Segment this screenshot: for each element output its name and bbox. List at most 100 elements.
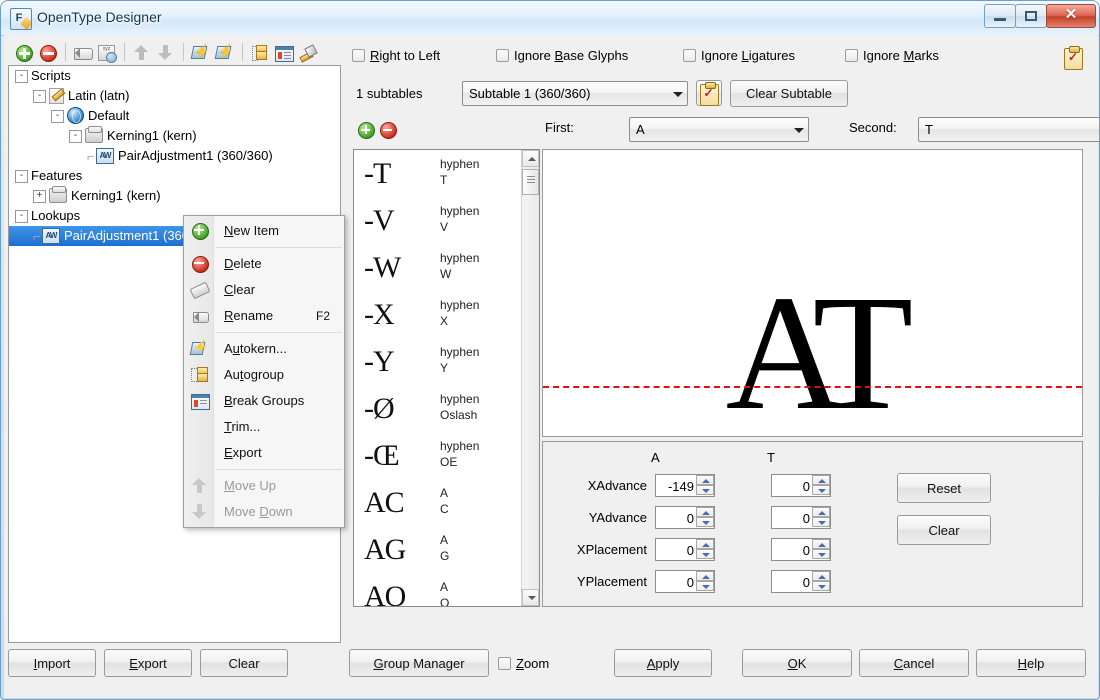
pair-list-item[interactable]: AC A C (354, 479, 523, 526)
tree-context-menu[interactable]: New Item Delete Clear Rename F2 ⚡ Autokern... A… (183, 215, 345, 528)
context-menu-item-delete[interactable]: Delete (184, 251, 344, 277)
reset-button[interactable]: Reset (897, 473, 991, 503)
clear-values-button[interactable]: Clear (897, 515, 991, 545)
tree-item[interactable]: - Features (9, 166, 340, 186)
copy-flags-button[interactable] (1061, 45, 1086, 71)
tree-expander-icon[interactable]: - (33, 90, 46, 104)
spinner-up-icon[interactable] (812, 507, 830, 517)
spinner-first-xplacement[interactable]: 0 (655, 538, 715, 561)
checkbox-zoom[interactable]: Zoom (498, 656, 549, 671)
first-glyph-combo[interactable]: A (629, 117, 809, 142)
pair-list-item[interactable]: -W hyphen W (354, 244, 523, 291)
spinner-up-icon[interactable] (696, 507, 714, 517)
move-down-icon[interactable] (154, 41, 177, 63)
spinner-second-xadvance[interactable]: 0 (771, 474, 831, 497)
autokern-icon[interactable]: ⚡ (189, 41, 212, 63)
checkbox-box[interactable] (498, 657, 511, 670)
spinner-first-xadvance[interactable]: -149 (655, 474, 715, 497)
rename-tag-icon[interactable] (71, 41, 94, 63)
xyz-glyph-icon[interactable]: xyz (95, 41, 118, 63)
scroll-up-button[interactable] (522, 150, 539, 167)
tree-expander-icon[interactable]: + (33, 190, 46, 204)
scroll-down-button[interactable] (522, 589, 539, 606)
close-button[interactable]: ✕ (1046, 4, 1096, 28)
spinner-down-icon[interactable] (696, 485, 714, 495)
tree-item[interactable]: - Kerning1 (kern) (9, 126, 340, 146)
spinner-down-icon[interactable] (696, 581, 714, 591)
ok-button[interactable]: OK (742, 649, 852, 677)
remove-pair-icon[interactable] (380, 122, 397, 139)
spinner-buttons[interactable] (696, 475, 714, 496)
help-button[interactable]: Help (976, 649, 1086, 677)
tree-expander-icon[interactable]: - (15, 170, 28, 184)
break-groups-icon[interactable] (272, 41, 295, 63)
spinner-down-icon[interactable] (696, 549, 714, 559)
copy-subtable-button[interactable] (696, 80, 722, 106)
pair-list-item[interactable]: -X hyphen X (354, 291, 523, 338)
spinner-up-icon[interactable] (812, 539, 830, 549)
maximize-button[interactable] (1015, 4, 1047, 28)
spinner-second-yadvance[interactable]: 0 (771, 506, 831, 529)
spinner-buttons[interactable] (696, 507, 714, 528)
context-menu-item-break-groups[interactable]: Break Groups (184, 388, 344, 414)
context-menu-item-export[interactable]: Export (184, 440, 344, 466)
minimize-button[interactable] (984, 4, 1016, 28)
spinner-buttons[interactable] (812, 539, 830, 560)
group-manager-button[interactable]: Group Manager (349, 649, 489, 677)
pair-list-item[interactable]: AO A O (354, 573, 523, 606)
spinner-down-icon[interactable] (812, 581, 830, 591)
tree-item[interactable]: + Kerning1 (kern) (9, 186, 340, 206)
tree-expander-icon[interactable]: - (15, 210, 28, 224)
spinner-buttons[interactable] (812, 507, 830, 528)
spinner-up-icon[interactable] (696, 539, 714, 549)
add-pair-icon[interactable] (358, 122, 375, 139)
spinner-second-xplacement[interactable]: 0 (771, 538, 831, 561)
checkbox-ignore-ligatures[interactable]: Ignore Ligatures (683, 48, 795, 63)
spinner-down-icon[interactable] (812, 485, 830, 495)
spinner-up-icon[interactable] (812, 475, 830, 485)
spinner-buttons[interactable] (812, 571, 830, 592)
cancel-button[interactable]: Cancel (859, 649, 969, 677)
tree-expander-icon[interactable]: - (69, 130, 82, 144)
autokern-all-icon[interactable]: ⚡ (213, 41, 236, 63)
pair-list-item[interactable]: AG A G (354, 526, 523, 573)
tree-item[interactable]: - Default (9, 106, 340, 126)
spinner-buttons[interactable] (812, 475, 830, 496)
context-menu-item-trim[interactable]: Trim... (184, 414, 344, 440)
context-menu-item-rename[interactable]: Rename F2 (184, 303, 344, 329)
glyph-pair-list[interactable]: -T hyphen T -V hyphen V -W hyphen W -X hyphen X -Y hy… (353, 149, 540, 607)
checkbox-box[interactable] (496, 49, 509, 62)
spinner-down-icon[interactable] (812, 549, 830, 559)
second-glyph-combo[interactable]: T (918, 117, 1099, 142)
spinner-up-icon[interactable] (696, 571, 714, 581)
checkbox-box[interactable] (845, 49, 858, 62)
tree-item[interactable]: - Scripts (9, 66, 340, 86)
clean-icon[interactable] (296, 41, 319, 63)
subtable-combo[interactable]: Subtable 1 (360/360) (462, 80, 688, 106)
spinner-buttons[interactable] (696, 539, 714, 560)
add-icon[interactable] (12, 41, 35, 63)
spinner-up-icon[interactable] (812, 571, 830, 581)
export-button[interactable]: Export (104, 649, 192, 677)
spinner-down-icon[interactable] (812, 517, 830, 527)
pair-list-item[interactable]: -Œ hyphen OE (354, 432, 523, 479)
remove-icon[interactable] (36, 41, 59, 63)
scroll-thumb[interactable] (522, 169, 539, 195)
pair-list-item[interactable]: -Y hyphen Y (354, 338, 523, 385)
context-menu-item-autokern[interactable]: ⚡ Autokern... (184, 336, 344, 362)
clear-subtable-button[interactable]: Clear Subtable (730, 79, 848, 107)
spinner-second-yplacement[interactable]: 0 (771, 570, 831, 593)
checkbox-box[interactable] (683, 49, 696, 62)
spinner-buttons[interactable] (696, 571, 714, 592)
pair-list-item[interactable]: -V hyphen V (354, 197, 523, 244)
pair-list-scrollbar[interactable] (521, 150, 539, 606)
spinner-first-yadvance[interactable]: 0 (655, 506, 715, 529)
spinner-down-icon[interactable] (696, 517, 714, 527)
tree-expander-icon[interactable]: - (51, 110, 64, 124)
import-button[interactable]: Import (8, 649, 96, 677)
pair-list-item[interactable]: -Ø hyphen Oslash (354, 385, 523, 432)
checkbox-ignore-marks[interactable]: Ignore Marks (845, 48, 939, 63)
move-up-icon[interactable] (130, 41, 153, 63)
tree-item[interactable]: - Latin (latn) (9, 86, 340, 106)
spinner-up-icon[interactable] (696, 475, 714, 485)
